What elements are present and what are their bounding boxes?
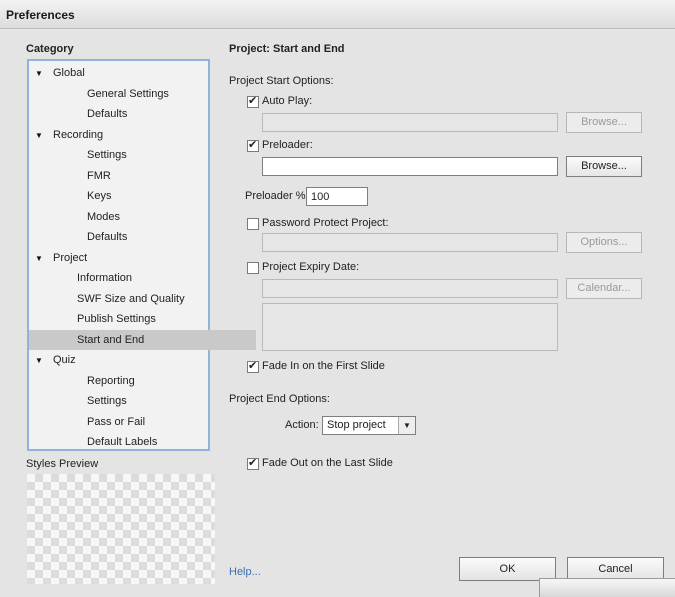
expiry-date-label: Project Expiry Date: [262,261,360,273]
action-label: Action: [285,419,319,431]
auto-play-checkbox[interactable] [247,94,259,108]
password-protect-checkbox[interactable] [247,218,259,230]
project-end-options-label: Project End Options: [229,393,330,405]
window-title: Preferences [6,8,75,22]
tree-item-label: Reporting [87,374,135,387]
tree-item[interactable]: ▼ Recording [29,125,212,145]
preloader-browse-button[interactable]: Browse... [566,156,642,177]
action-select[interactable]: Stop project ▼ [322,416,416,435]
tree-item[interactable]: Reporting [29,371,266,391]
auto-play-browse-button[interactable]: Browse... [566,112,642,133]
tree-item[interactable]: SWF Size and Quality [29,289,256,309]
expiry-date-checkbox[interactable] [247,262,259,274]
tree-item[interactable]: ▼ Project [29,248,212,268]
tree-item-label: Publish Settings [77,313,156,325]
overlapping-window-corner [539,578,675,597]
preloader-label: Preloader: [262,139,313,151]
page-title: Project: Start and End [229,43,345,55]
auto-play-label: Auto Play: [262,95,313,107]
title-bar: Preferences [0,0,675,29]
tree-item-label: General Settings [87,87,169,100]
tree-item-label: Quiz [53,354,76,366]
expand-triangle-icon[interactable]: ▼ [33,64,45,84]
styles-preview [27,474,215,584]
tree-item[interactable]: ▼ Quiz [29,350,212,370]
tree-item[interactable]: Start and End [29,329,256,350]
password-protect-label: Password Protect Project: [262,217,389,229]
password-field[interactable] [262,233,558,252]
expand-triangle-icon[interactable]: ▼ [33,351,45,371]
tree-item[interactable]: Information [29,268,256,288]
tree-item[interactable]: Publish Settings [29,309,256,329]
tree-item-label: Pass or Fail [87,415,146,428]
fade-out-label: Fade Out on the Last Slide [262,457,393,469]
expiry-calendar-button[interactable]: Calendar... [566,278,642,299]
tree-item-label: Information [77,272,133,284]
tree-item[interactable]: Defaults [29,104,266,124]
preloader-field[interactable] [262,157,558,176]
tree-item-label: SWF Size and Quality [77,292,185,305]
tree-item[interactable]: Default Labels [29,432,266,452]
tree-item[interactable]: Defaults [29,227,266,247]
tree-item[interactable]: FMR [29,166,266,186]
tree-item-label: Settings [87,395,127,407]
tree-item-label: Defaults [87,231,128,243]
tree-item-label: Project [53,251,88,264]
expand-triangle-icon[interactable]: ▼ [33,249,45,269]
preloader-percent-field[interactable] [306,187,368,206]
tree-item-label: Defaults [87,108,128,120]
help-link[interactable]: Help... [229,566,261,578]
tree-item[interactable]: Settings [29,145,266,165]
tree-item[interactable]: Keys [29,186,266,206]
category-label: Category [26,43,74,55]
fade-out-checkbox[interactable] [247,456,259,470]
auto-play-field[interactable] [262,113,558,132]
tree-item-label: Start and End [77,333,145,346]
password-options-button[interactable]: Options... [566,232,642,253]
preloader-percent-label: Preloader %: [245,190,309,202]
preloader-checkbox[interactable] [247,138,259,152]
tree-item-label: Global [53,67,85,79]
tree-item-label: Modes [87,210,121,223]
tree-item-label: Default Labels [87,436,158,448]
chevron-down-icon: ▼ [398,417,415,434]
category-tree[interactable]: ▼ Global General Settings Defaults ▼ Recordin… [27,59,256,451]
tree-item[interactable]: ▼ Global [29,63,212,83]
tree-item-label: Keys [87,190,112,202]
tree-item-label: FMR [87,169,111,182]
styles-preview-label: Styles Preview [26,458,99,470]
tree-item-label: Settings [87,149,127,161]
expiry-date-field[interactable] [262,279,558,298]
action-select-value: Stop project [327,419,386,431]
expiry-message-area[interactable] [262,303,558,351]
tree-item[interactable]: Pass or Fail [29,412,266,432]
fade-in-label: Fade In on the First Slide [262,360,385,372]
tree-item-label: Recording [53,128,104,141]
tree-item[interactable]: Modes [29,207,266,227]
project-start-options-label: Project Start Options: [229,75,334,87]
expand-triangle-icon[interactable]: ▼ [33,126,45,146]
fade-in-checkbox[interactable] [247,359,259,373]
